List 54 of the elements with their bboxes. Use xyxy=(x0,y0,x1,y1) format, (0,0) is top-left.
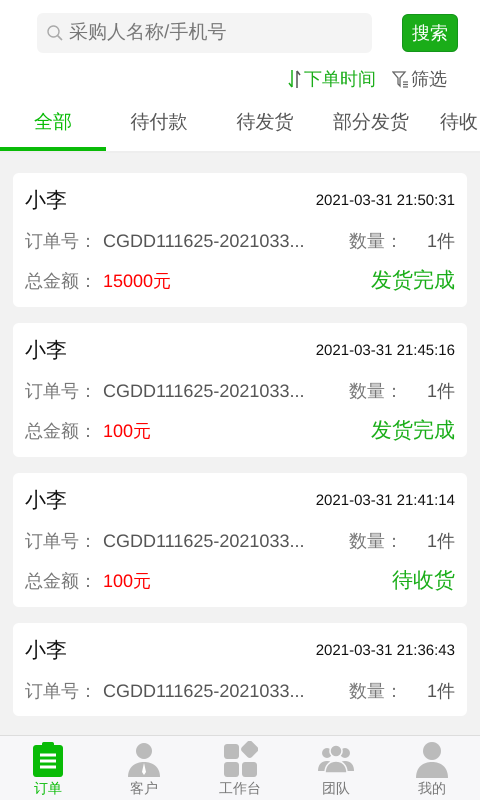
filter-button[interactable]: 筛选 xyxy=(392,66,447,92)
field-label: 订单号： xyxy=(25,680,97,702)
grid-icon xyxy=(222,741,258,779)
tab[interactable]: 待发货 xyxy=(212,99,318,151)
field-label: 总金额： xyxy=(25,270,97,292)
order-card[interactable]: 小李 2021-03-31 21:50:31 订单号： CGDD111625-2021033... 数量： 1件 总金额： 15000元 发货完成 xyxy=(13,173,467,307)
order-status: 发货完成 xyxy=(371,268,455,294)
order-card[interactable]: 小李 2021-03-31 21:36:43 订单号： CGDD111625-2021033... 数量： 1件 xyxy=(13,623,467,716)
field-label: 数量： xyxy=(348,530,403,552)
buyer-name: 小李 xyxy=(25,338,67,364)
buyer-name: 小李 xyxy=(25,188,67,214)
order-time: 2021-03-31 21:50:31 xyxy=(316,190,455,211)
nav-tab[interactable]: 团队 xyxy=(288,736,384,800)
quantity: 1件 xyxy=(426,680,455,702)
order-number: CGDD111625-2021033... xyxy=(103,230,304,252)
nav-tab[interactable]: 我的 xyxy=(384,736,480,800)
order-card[interactable]: 小李 2021-03-31 21:41:14 订单号： CGDD111625-2021033... 数量： 1件 总金额： 100元 待收货 xyxy=(13,473,467,607)
order-number: CGDD111625-2021033... xyxy=(103,680,304,702)
order-time: 2021-03-31 21:41:14 xyxy=(316,490,455,511)
filter-icon xyxy=(392,69,410,89)
field-label: 总金额： xyxy=(25,570,97,592)
quantity: 1件 xyxy=(426,230,455,252)
order-card[interactable]: 小李 2021-03-31 21:45:16 订单号： CGDD111625-2021033... 数量： 1件 总金额： 100元 发货完成 xyxy=(13,323,467,457)
total-amount: 100元 xyxy=(103,420,152,442)
sort-icon xyxy=(288,69,302,89)
total-amount: 100元 xyxy=(103,570,152,592)
nav-tab[interactable]: 工作台 xyxy=(192,736,288,800)
order-time: 2021-03-31 21:45:16 xyxy=(316,340,455,361)
field-label: 订单号： xyxy=(25,530,97,552)
total-amount: 15000元 xyxy=(103,270,172,292)
quantity: 1件 xyxy=(426,380,455,402)
tab[interactable]: 待收 xyxy=(424,99,478,151)
order-status: 发货完成 xyxy=(371,418,455,444)
tab[interactable]: 待付款 xyxy=(106,99,212,151)
field-label: 数量： xyxy=(348,230,403,252)
clipboard-icon xyxy=(30,741,66,779)
search-field[interactable]: 采购人名称/手机号 xyxy=(37,13,372,53)
field-label: 数量： xyxy=(348,380,403,402)
person-with-tie-icon xyxy=(126,741,162,779)
tab[interactable]: 部分发货 xyxy=(318,99,424,151)
buyer-name: 小李 xyxy=(25,638,67,664)
nav-tab[interactable]: 客户 xyxy=(96,736,192,800)
field-label: 订单号： xyxy=(25,380,97,402)
order-time: 2021-03-31 21:36:43 xyxy=(316,640,455,661)
person-icon xyxy=(414,741,450,779)
quantity: 1件 xyxy=(426,530,455,552)
buyer-name: 小李 xyxy=(25,488,67,514)
field-label: 订单号： xyxy=(25,230,97,252)
field-label: 数量： xyxy=(348,680,403,702)
search-icon xyxy=(46,24,64,42)
order-number: CGDD111625-2021033... xyxy=(103,380,304,402)
order-number: CGDD111625-2021033... xyxy=(103,530,304,552)
field-label: 总金额： xyxy=(25,420,97,442)
order-status: 待收货 xyxy=(392,568,455,594)
